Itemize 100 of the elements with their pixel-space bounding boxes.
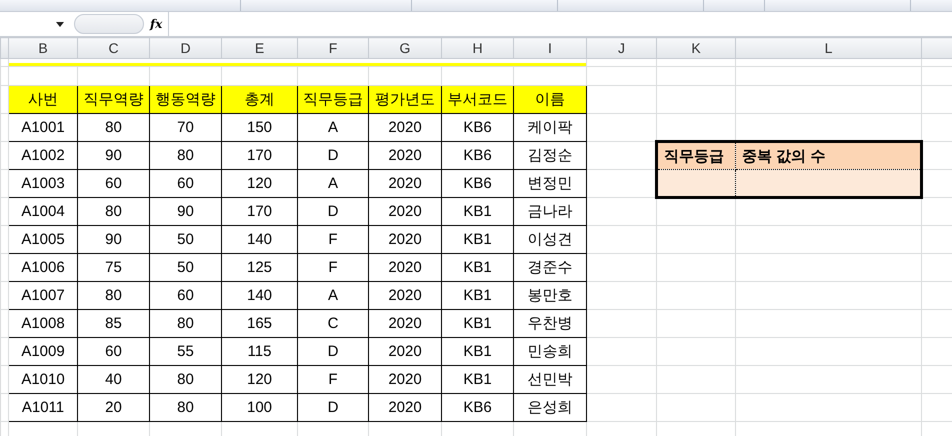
table-cell: 은성희: [514, 394, 586, 422]
table-cell: A1010: [8, 366, 78, 394]
column-header[interactable]: D: [150, 38, 222, 58]
splitter-handle[interactable]: [74, 14, 144, 34]
table-cell: 우찬병: [514, 310, 586, 338]
table-cell: A1004: [8, 198, 78, 226]
column-header[interactable]: F: [298, 38, 368, 58]
table-cell: A1011: [8, 394, 78, 422]
table-cell: 케이팍: [514, 114, 586, 142]
table-cell: 2020: [368, 226, 442, 254]
column-header[interactable]: K: [656, 38, 736, 58]
table-cell: 120: [222, 366, 298, 394]
table-cell: 80: [150, 142, 222, 170]
table-cell: A1003: [8, 170, 78, 198]
table-cell: 170: [222, 142, 298, 170]
table-cell: A1009: [8, 338, 78, 366]
summary-header-cell: 직무등급: [656, 142, 736, 170]
table-cell: 2020: [368, 338, 442, 366]
table-cell: 170: [222, 198, 298, 226]
table-cell: F: [298, 226, 368, 254]
table-cell: 85: [78, 310, 150, 338]
table-cell: A1007: [8, 282, 78, 310]
table-cell: 120: [222, 170, 298, 198]
table-cell: 90: [78, 226, 150, 254]
table-cell: 40: [78, 366, 150, 394]
function-icon[interactable]: fx: [150, 17, 162, 31]
table-cell: 20: [78, 394, 150, 422]
table-cell: 80: [78, 282, 150, 310]
column-header[interactable]: H: [442, 38, 514, 58]
table-cell: 2020: [368, 114, 442, 142]
table-cell: 140: [222, 282, 298, 310]
summary-header-cell: 중복 값의 수: [736, 142, 922, 170]
table-cell: 2020: [368, 254, 442, 282]
table-cell: KB1: [442, 366, 514, 394]
table-cell: A: [298, 170, 368, 198]
table-header-cell: 이름: [514, 86, 586, 114]
table-cell: KB1: [442, 310, 514, 338]
table-cell: 80: [150, 366, 222, 394]
table-cell: D: [298, 338, 368, 366]
table-cell: 125: [222, 254, 298, 282]
column-header[interactable]: E: [222, 38, 298, 58]
dropdown-icon[interactable]: [56, 22, 64, 26]
table-cell: 55: [150, 338, 222, 366]
table-cell: 90: [150, 198, 222, 226]
table-header-cell: 총계: [222, 86, 298, 114]
table-cell: 민송희: [514, 338, 586, 366]
table-cell: 2020: [368, 198, 442, 226]
table-cell: 60: [150, 170, 222, 198]
table-header-cell: 평가년도: [368, 86, 442, 114]
table-cell: D: [298, 394, 368, 422]
table-cell: A1008: [8, 310, 78, 338]
table-cell: KB1: [442, 282, 514, 310]
table-header-cell: 부서코드: [442, 86, 514, 114]
table-cell: 2020: [368, 282, 442, 310]
table-cell: 변정민: [514, 170, 586, 198]
table-cell: 60: [78, 170, 150, 198]
table-cell: 75: [78, 254, 150, 282]
column-header[interactable]: L: [736, 38, 922, 58]
table-cell: 2020: [368, 310, 442, 338]
summary-input-cell[interactable]: [736, 170, 922, 198]
table-cell: 경준수: [514, 254, 586, 282]
table-cell: D: [298, 142, 368, 170]
summary-input-cell[interactable]: [656, 170, 736, 198]
table-cell: KB6: [442, 394, 514, 422]
table-cell: D: [298, 198, 368, 226]
table-cell: 140: [222, 226, 298, 254]
column-header[interactable]: G: [368, 38, 442, 58]
table-cell: KB1: [442, 338, 514, 366]
table-cell: 이성견: [514, 226, 586, 254]
table-cell: 150: [222, 114, 298, 142]
column-header[interactable]: J: [586, 38, 656, 58]
table-cell: 165: [222, 310, 298, 338]
table-cell: KB6: [442, 114, 514, 142]
table-cell: 50: [150, 254, 222, 282]
table-cell: 금나라: [514, 198, 586, 226]
column-header[interactable]: C: [78, 38, 150, 58]
table-cell: KB1: [442, 198, 514, 226]
column-header[interactable]: B: [8, 38, 78, 58]
table-cell: KB1: [442, 254, 514, 282]
table-cell: 80: [150, 310, 222, 338]
table-cell: A1005: [8, 226, 78, 254]
table-cell: A1001: [8, 114, 78, 142]
table-cell: 60: [78, 338, 150, 366]
table-cell: 80: [78, 114, 150, 142]
table-cell: 선민박: [514, 366, 586, 394]
table-cell: 60: [150, 282, 222, 310]
table-cell: F: [298, 254, 368, 282]
table-cell: 2020: [368, 366, 442, 394]
table-cell: 2020: [368, 394, 442, 422]
table-cell: KB6: [442, 170, 514, 198]
table-cell: A1006: [8, 254, 78, 282]
column-header[interactable]: I: [514, 38, 586, 58]
table-cell: 115: [222, 338, 298, 366]
table-header-cell: 직무등급: [298, 86, 368, 114]
table-cell: F: [298, 366, 368, 394]
table-cell: 80: [150, 394, 222, 422]
table-cell: 2020: [368, 142, 442, 170]
table-cell: 100: [222, 394, 298, 422]
table-cell: KB6: [442, 142, 514, 170]
table-cell: 2020: [368, 170, 442, 198]
